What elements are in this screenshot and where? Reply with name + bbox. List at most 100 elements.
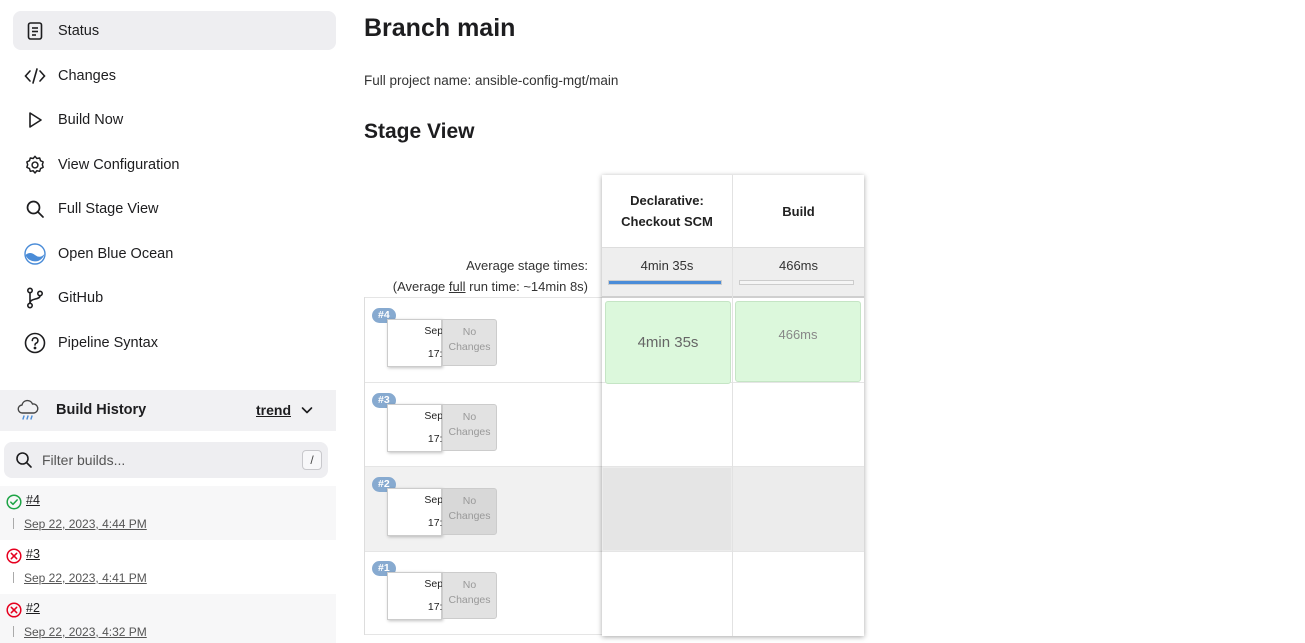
build-date-link[interactable]: Sep 22, 2023, 4:44 PM — [24, 517, 147, 531]
average-full-run-time: (Average full run time: ~14min 8s) — [364, 279, 588, 294]
run-changes-box: No Changes — [442, 488, 497, 535]
sidebar-item-changes[interactable]: Changes — [13, 56, 336, 95]
build-history-title: Build History — [56, 402, 147, 418]
success-icon — [6, 494, 22, 510]
avg-progress-bar — [739, 280, 854, 285]
full-run-link[interactable]: full — [449, 279, 466, 294]
run-date-box: Sep 22 17:41 — [387, 404, 458, 452]
git-branch-icon — [24, 286, 46, 309]
keyboard-shortcut-hint: / — [302, 450, 322, 470]
avg-cell-checkout-scm: 4min 35s — [602, 247, 732, 297]
sidebar-item-github[interactable]: GitHub — [13, 278, 336, 317]
build-row: #2 Sep 22, 2023, 4:32 PM — [0, 594, 336, 643]
stage-name-line2: Checkout SCM — [621, 214, 713, 229]
weather-rain-icon — [16, 398, 40, 422]
stage-duration: 466ms — [778, 327, 818, 342]
changes-line2: Changes — [448, 594, 491, 606]
row-divider — [365, 634, 602, 635]
changes-line2: Changes — [448, 426, 491, 438]
search-icon — [15, 451, 33, 469]
avg-full-prefix: (Average — [392, 279, 449, 294]
row-divider — [365, 297, 602, 298]
changes-line1: No — [462, 495, 477, 507]
sidebar-item-label: View Configuration — [58, 156, 180, 173]
search-icon — [24, 198, 46, 220]
filter-builds: / — [4, 442, 328, 478]
trend-link[interactable]: trend — [256, 402, 291, 418]
header-separator — [602, 296, 864, 298]
sidebar: Status Changes Build Now View Configurat… — [0, 0, 344, 643]
changes-line2: Changes — [448, 341, 491, 353]
sidebar-item-label: GitHub — [58, 289, 104, 306]
run-changes-box: No Changes — [442, 319, 497, 366]
build-number-link[interactable]: #4 — [26, 493, 40, 507]
stage-cell-success[interactable]: 4min 35s — [605, 301, 731, 384]
run-date-box: Sep 22 17:32 — [387, 572, 458, 620]
row-divider — [602, 551, 864, 552]
changes-line1: No — [462, 411, 477, 423]
build-row: #3 Sep 22, 2023, 4:41 PM — [0, 540, 336, 594]
failure-icon — [6, 602, 22, 618]
build-number-link[interactable]: #3 — [26, 547, 40, 561]
avg-time: 466ms — [778, 258, 819, 273]
build-number-link[interactable]: #2 — [26, 601, 40, 615]
sidebar-item-label: Pipeline Syntax — [58, 334, 158, 351]
changes-line1: No — [462, 579, 477, 591]
sidebar-item-full-stage-view[interactable]: Full Stage View — [13, 189, 336, 228]
avg-cell-build: 466ms — [733, 247, 864, 297]
stage-header-checkout-scm: Declarative: Checkout SCM — [602, 175, 732, 247]
sidebar-item-open-blue-ocean[interactable]: Open Blue Ocean — [13, 234, 336, 273]
average-stage-times-label: Average stage times: — [466, 258, 588, 273]
changes-line2: Changes — [448, 510, 491, 522]
timeline-tick — [13, 626, 14, 637]
row-divider — [365, 551, 602, 552]
build-date-link[interactable]: Sep 22, 2023, 4:41 PM — [24, 571, 147, 585]
run-date-box: Sep 22 17:44 — [387, 319, 458, 367]
sidebar-item-label: Full Stage View — [58, 200, 159, 217]
stage-cell-success[interactable]: 466ms — [735, 301, 861, 382]
build-date-link[interactable]: Sep 22, 2023, 4:32 PM — [24, 625, 147, 639]
sidebar-item-view-configuration[interactable]: View Configuration — [13, 145, 336, 184]
document-icon — [24, 20, 46, 42]
sidebar-item-status[interactable]: Status — [13, 11, 336, 50]
stage-view-table: Declarative: Checkout SCM Build 4min 35s … — [602, 175, 864, 636]
page-title: Branch main — [364, 14, 516, 42]
avg-progress-fill — [609, 281, 721, 284]
stage-name-line1: Declarative: — [630, 193, 704, 208]
gear-icon — [24, 154, 46, 176]
timeline-tick — [13, 572, 14, 583]
build-row: #4 Sep 22, 2023, 4:44 PM — [0, 486, 336, 540]
sidebar-item-label: Status — [58, 22, 100, 39]
avg-full-suffix: run time: ~14min 8s) — [465, 279, 588, 294]
help-icon — [24, 332, 46, 354]
build-history-header: Build History trend — [0, 390, 336, 431]
run-date-box: Sep 22 17:32 — [387, 488, 458, 536]
blue-ocean-icon — [24, 242, 46, 265]
sidebar-item-pipeline-syntax[interactable]: Pipeline Syntax — [13, 323, 336, 362]
filter-builds-input[interactable] — [42, 442, 292, 478]
sidebar-item-label: Build Now — [58, 111, 124, 128]
code-icon — [24, 65, 46, 87]
row-divider — [365, 382, 602, 383]
sidebar-item-label: Open Blue Ocean — [58, 245, 174, 262]
failure-icon — [6, 548, 22, 564]
stage-name: Build — [782, 203, 815, 219]
timeline-tick — [13, 518, 14, 529]
play-icon — [24, 109, 46, 131]
run-changes-box: No Changes — [442, 572, 497, 619]
avg-progress-bar — [608, 280, 722, 285]
chevron-down-icon[interactable] — [300, 403, 314, 417]
run-changes-box: No Changes — [442, 404, 497, 451]
sidebar-item-build-now[interactable]: Build Now — [13, 100, 336, 139]
full-project-name: Full project name: ansible-config-mgt/ma… — [364, 73, 619, 88]
sidebar-item-label: Changes — [58, 67, 117, 84]
column-divider — [732, 175, 733, 636]
stage-header-build: Build — [733, 175, 864, 247]
stage-cell-empty — [603, 468, 731, 550]
avg-time: 4min 35s — [640, 258, 694, 273]
stage-view-title: Stage View — [364, 120, 475, 143]
stage-duration: 4min 35s — [637, 334, 699, 351]
row-divider — [365, 466, 602, 467]
changes-line1: No — [462, 326, 477, 338]
row-divider — [602, 466, 864, 467]
